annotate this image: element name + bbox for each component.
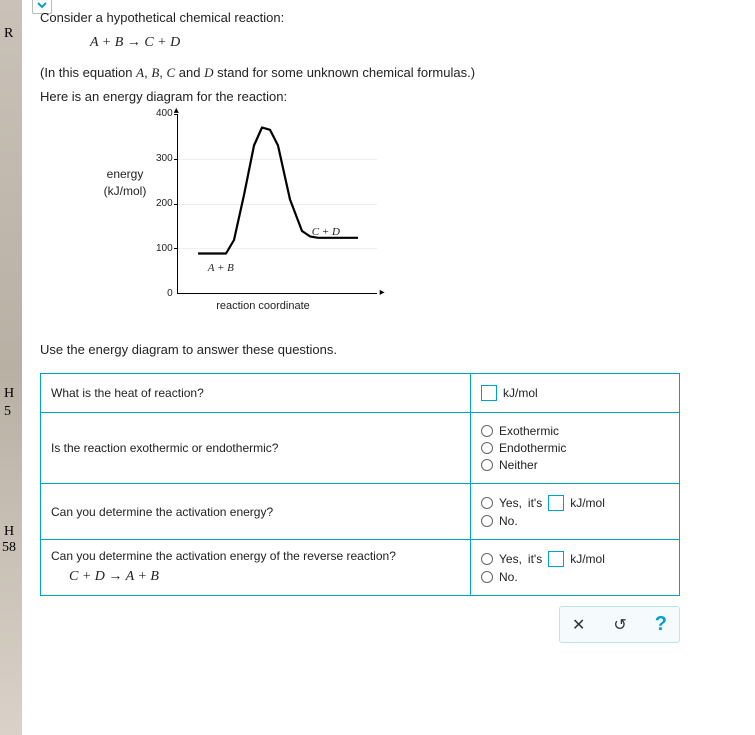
reactants-label: A + B: [208, 262, 234, 274]
intro-text: Consider a hypothetical chemical reactio…: [40, 10, 745, 25]
radio-exothermic[interactable]: [481, 425, 493, 437]
q2-text: Is the reaction exothermic or endothermi…: [41, 413, 471, 484]
products-label: C + D: [312, 226, 340, 238]
q4-text: Can you determine the activation energy …: [51, 549, 460, 563]
x-axis-label: reaction coordinate: [156, 300, 370, 312]
left-cropped-sliver: R H 5 H 58: [0, 0, 22, 735]
q3-value-input[interactable]: [548, 495, 564, 511]
radio-endothermic[interactable]: [481, 442, 493, 454]
q4-cell: Can you determine the activation energy …: [41, 540, 471, 596]
variable-explanation: (In this equation A, B, C and D stand fo…: [40, 65, 745, 81]
q3-text: Can you determine the activation energy?: [41, 484, 471, 540]
forward-equation: A + B → C + D: [90, 35, 745, 51]
y-axis-label: energy (kJ/mol): [94, 114, 156, 200]
reverse-equation: C + D → A + B: [69, 569, 460, 585]
diagram-intro: Here is an energy diagram for the reacti…: [40, 89, 745, 104]
radio-q4-no[interactable]: [481, 571, 493, 583]
action-toolbar: ✕ ↺ ?: [40, 606, 680, 643]
radio-q3-no[interactable]: [481, 515, 493, 527]
heat-input[interactable]: [481, 385, 497, 401]
q1-text: What is the heat of reaction?: [41, 374, 471, 413]
problem-content: Consider a hypothetical chemical reactio…: [40, 6, 745, 643]
q4-value-input[interactable]: [548, 551, 564, 567]
questions-intro: Use the energy diagram to answer these q…: [40, 342, 745, 357]
radio-neither[interactable]: [481, 459, 493, 471]
reset-button[interactable]: ↺: [613, 615, 626, 635]
heat-unit: kJ/mol: [503, 386, 538, 400]
radio-q4-yes[interactable]: [481, 553, 493, 565]
radio-q3-yes[interactable]: [481, 497, 493, 509]
close-button[interactable]: ✕: [572, 615, 585, 635]
plot-area: ▴ ▸ A + B C + D: [177, 114, 377, 294]
energy-diagram: energy (kJ/mol) 400 300 200 100 0 ▴ ▸: [94, 114, 414, 312]
question-table: What is the heat of reaction? kJ/mol Is …: [40, 373, 680, 596]
help-button[interactable]: ?: [655, 613, 667, 636]
